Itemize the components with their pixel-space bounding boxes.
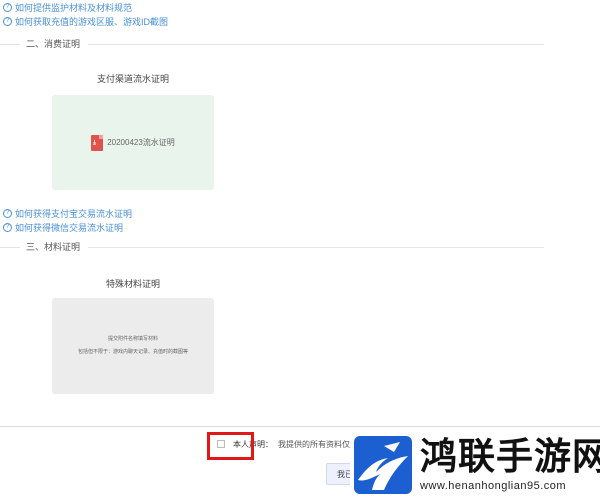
help-link-alipay[interactable]: ? 如何获得支付宝交易流水证明 <box>3 206 132 220</box>
divider <box>88 247 544 248</box>
help-link-label: 如何提供监护材料及材料规范 <box>15 2 133 13</box>
help-link-label: 如何获得支付宝交易流水证明 <box>15 208 133 219</box>
highlight-box <box>207 432 254 460</box>
question-circle-icon: ? <box>3 208 12 218</box>
question-circle-icon: ? <box>3 222 12 232</box>
question-circle-icon: ? <box>3 2 12 12</box>
divider <box>0 44 20 45</box>
pdf-icon-glyph: ⤓ <box>93 139 96 146</box>
card-label-payment: 支付渠道流水证明 <box>96 74 169 84</box>
file-name: 20200423流水证明 <box>107 138 175 147</box>
pdf-icon: ⤓ <box>91 134 104 151</box>
section-header-consumption: 二、消费证明 <box>0 37 600 51</box>
placeholder-text: 提交附件名称填写材料 <box>107 336 158 342</box>
help-link-wechat[interactable]: ? 如何获得微信交易流水证明 <box>3 220 123 234</box>
section-title: 二、消费证明 <box>26 39 81 49</box>
help-link-game-screenshot[interactable]: ? 如何获取充值的游戏区服、游戏ID截图 <box>3 14 168 28</box>
card-label-special: 特殊材料证明 <box>105 279 160 289</box>
divider <box>0 426 600 427</box>
help-link-label: 如何获得微信交易流水证明 <box>15 222 124 233</box>
question-circle-icon: ? <box>3 16 12 26</box>
divider <box>0 247 20 248</box>
divider <box>88 44 544 45</box>
declaration-text: 我提供的所有资料仅 <box>278 439 350 449</box>
placeholder-text: 包括但不限于：游戏内聊天记录、充值时的截图等 <box>77 349 188 355</box>
uploaded-file-card[interactable]: ⤓ 20200423流水证明 <box>52 95 214 190</box>
section-header-materials: 三、材料证明 <box>0 240 600 254</box>
help-link-guardian-materials[interactable]: ? 如何提供监护材料及材料规范 <box>3 0 132 14</box>
watermark-title: 鸿联手游网 <box>420 434 600 478</box>
upload-placeholder-card[interactable]: 提交附件名称填写材料 包括但不限于：游戏内聊天记录、充值时的截图等 <box>52 298 214 394</box>
watermark-url: www.henanhonglian95.com <box>420 480 567 492</box>
help-link-label: 如何获取充值的游戏区服、游戏ID截图 <box>15 16 169 27</box>
watermark-logo-icon <box>354 436 412 494</box>
section-title: 三、材料证明 <box>26 242 81 252</box>
watermark: 鸿联手游网 www.henanhonglian95.com <box>350 432 600 497</box>
